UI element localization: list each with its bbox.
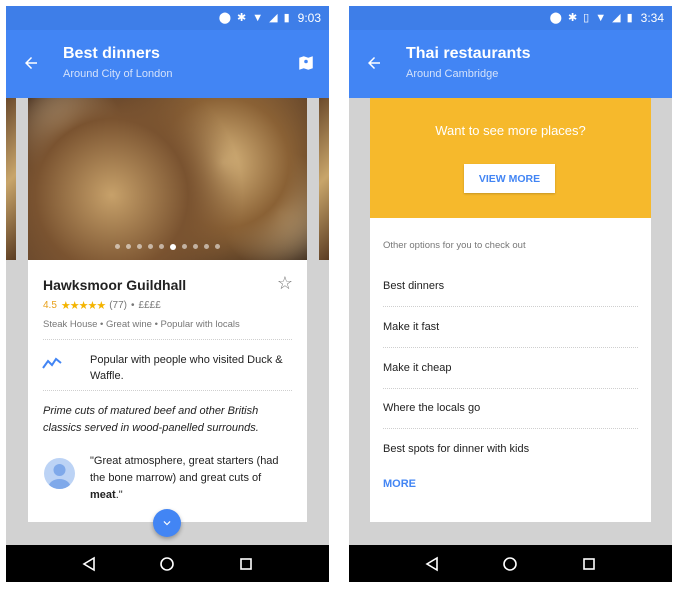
chevron-down-icon [163,521,171,526]
page-subtitle: Around City of London [63,68,173,80]
popularity-text: Popular with people who visited Duck & W… [90,354,283,382]
wifi-icon: ▼ [252,11,264,24]
nav-back-icon[interactable] [79,554,99,574]
back-arrow-icon[interactable] [20,52,42,74]
trending-icon [42,356,62,370]
carousel-dot[interactable] [215,244,220,249]
nav-home-icon[interactable] [500,554,520,574]
divider [383,428,638,429]
divider [43,390,292,391]
promo-text: Want to see more places? [435,123,586,138]
divider [383,306,638,307]
map-icon[interactable] [297,54,315,72]
carousel-dot[interactable] [137,244,142,249]
status-time: 3:34 [640,11,664,25]
app-bar: Best dinners Around City of London [6,30,329,98]
signal-icon: ◢ [612,11,621,24]
review-count: (77) [109,300,128,311]
place-card[interactable]: Hawksmoor Guildhall ☆ 4.5 ★★★★★ (77) • £… [28,98,307,522]
place-description: Prime cuts of matured beef and other Bri… [43,405,259,434]
phone-screen-right: ⬤ ✱ ▯ ▼ ◢ ▮ 3:34 Thai restaurants Around… [349,6,672,582]
divider [43,339,292,340]
divider [383,388,638,389]
place-tags: Steak House • Great wine • Popular with … [43,319,240,330]
option-item[interactable]: Best dinners [383,280,444,292]
review-text-highlight: meat [90,489,116,501]
option-item[interactable]: Where the locals go [383,402,480,414]
option-item[interactable]: Make it fast [383,321,439,333]
status-time: 9:03 [297,11,321,25]
page-title: Best dinners [63,45,160,62]
nav-home-icon[interactable] [157,554,177,574]
rating-stars-icon: ★★★★★ [60,300,106,312]
carousel-dot[interactable] [159,244,164,249]
rating-separator: • [131,300,135,311]
rating-row: 4.5 ★★★★★ (77) • ££££ [43,299,161,312]
status-bar: ⬤ ✱ ▯ ▼ ◢ ▮ 3:34 [349,6,672,30]
price-level: ££££ [138,300,161,311]
carousel-dot[interactable] [148,244,153,249]
carousel-dot[interactable] [170,244,176,250]
page-subtitle: Around Cambridge [406,68,499,80]
back-arrow-icon[interactable] [363,52,385,74]
next-card-peek[interactable] [319,98,329,260]
carousel-dot[interactable] [204,244,209,249]
wifi-icon: ▼ [595,11,607,24]
save-star-icon[interactable]: ☆ [277,274,293,292]
carousel-indicator [28,244,307,250]
app-bar: Thai restaurants Around Cambridge [349,30,672,98]
option-item[interactable]: Make it cheap [383,362,451,374]
reviewer-avatar [44,458,75,489]
location-icon: ⬤ [218,11,231,24]
review-text-end: ." [115,489,123,501]
expand-button[interactable] [153,509,181,537]
battery-icon: ▮ [626,11,633,24]
phone-screen-left: ⬤ ✱ ▼ ◢ ▮ 9:03 Best dinners Around City … [6,6,329,582]
carousel-dot[interactable] [115,244,120,249]
carousel-dot[interactable] [193,244,198,249]
review-text-plain: "Great atmosphere, great starters (had t… [90,455,279,484]
system-nav-bar [349,545,672,582]
location-icon: ⬤ [549,11,562,24]
carousel-dot[interactable] [182,244,187,249]
place-photo[interactable] [28,98,307,260]
rating-value: 4.5 [43,300,57,311]
page-title: Thai restaurants [406,45,531,62]
system-nav-bar [6,545,329,582]
view-more-button[interactable]: VIEW MORE [464,164,555,193]
vibrate-icon: ▯ [583,11,590,24]
review-snippet[interactable]: "Great atmosphere, great starters (had t… [90,453,295,504]
more-places-card: Want to see more places? VIEW MORE Other… [370,98,651,522]
signal-icon: ◢ [269,11,278,24]
more-link[interactable]: MORE [383,478,416,490]
divider [383,347,638,348]
bluetooth-icon: ✱ [567,11,578,24]
section-label: Other options for you to check out [383,240,526,251]
place-name: Hawksmoor Guildhall [43,277,187,293]
carousel-dot[interactable] [126,244,131,249]
nav-recents-icon[interactable] [236,554,256,574]
status-bar: ⬤ ✱ ▼ ◢ ▮ 9:03 [6,6,329,30]
nav-back-icon[interactable] [422,554,442,574]
previous-card-peek[interactable] [6,98,16,260]
bluetooth-icon: ✱ [237,11,247,24]
promo-banner: Want to see more places? VIEW MORE [370,98,651,218]
battery-icon: ▮ [283,11,290,24]
nav-recents-icon[interactable] [579,554,599,574]
option-item[interactable]: Best spots for dinner with kids [383,443,529,455]
